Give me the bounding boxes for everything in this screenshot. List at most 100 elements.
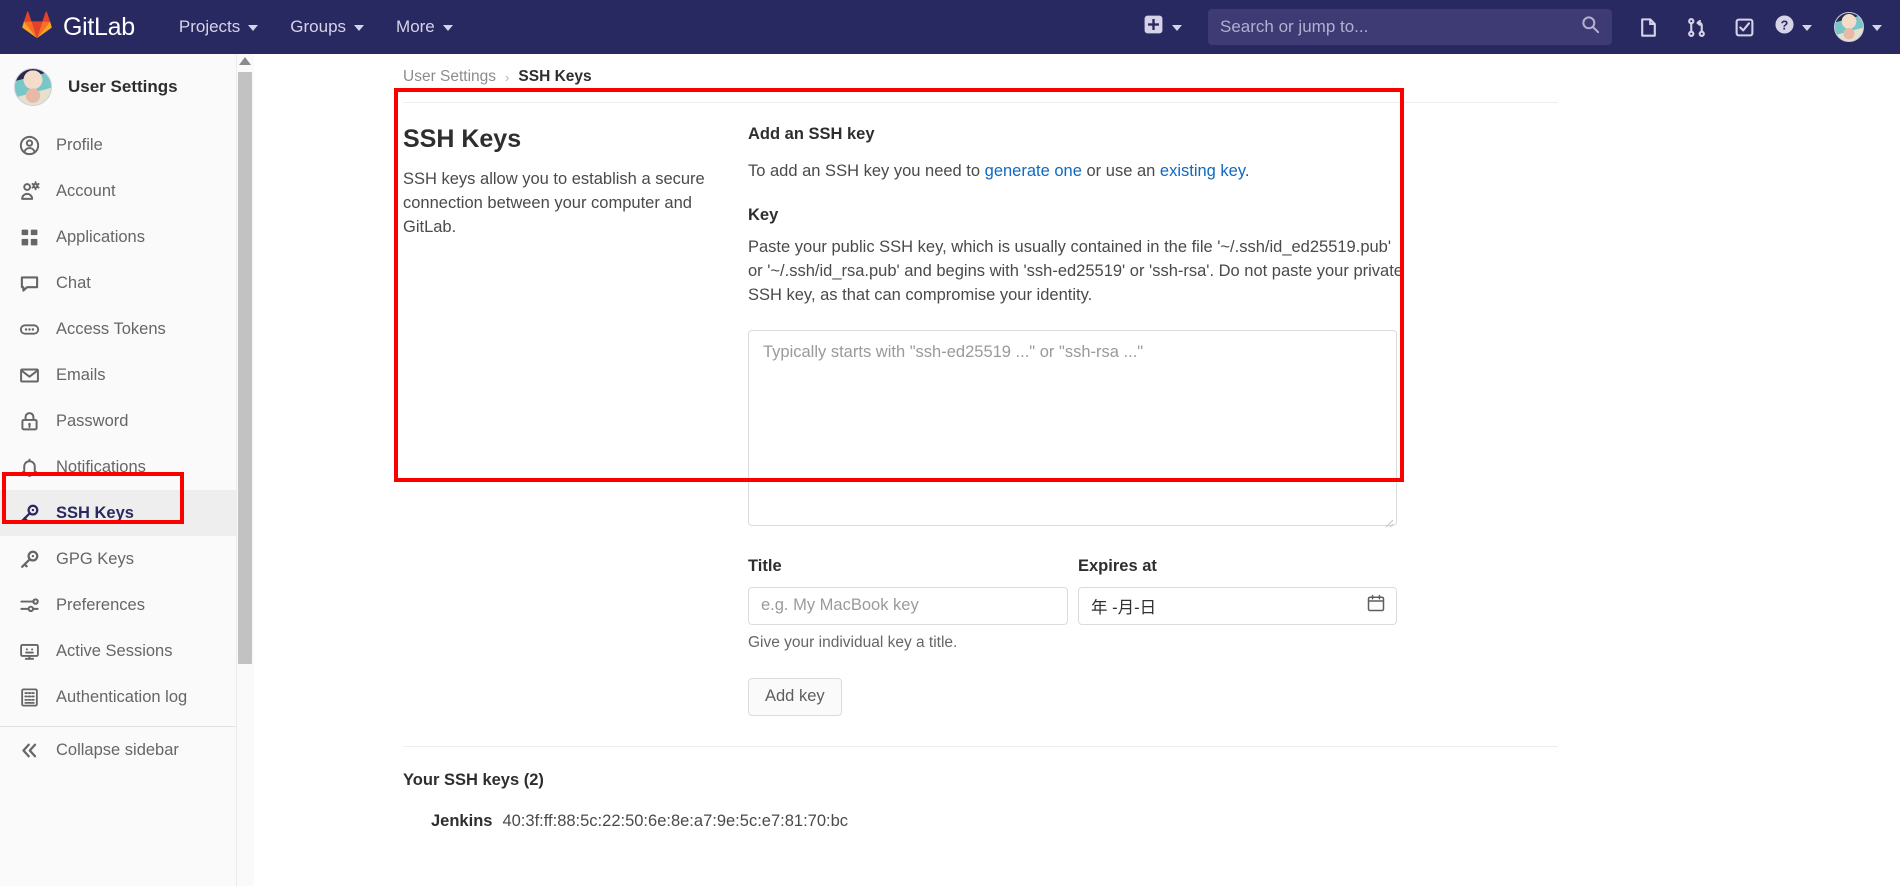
sidebar-item-ssh-keys-label: SSH Keys bbox=[56, 503, 134, 522]
sidebar-scrollbar[interactable] bbox=[236, 54, 254, 886]
add-ssh-key-heading: Add an SSH key bbox=[748, 125, 875, 143]
sidebar-item-access-tokens[interactable]: Access Tokens bbox=[0, 306, 253, 352]
help-dropdown[interactable]: ? bbox=[1768, 14, 1822, 40]
nav-item-projects[interactable]: Projects bbox=[163, 0, 274, 54]
intro-middle: or use an bbox=[1081, 162, 1160, 180]
expires-date-value: 年 -月-日 bbox=[1091, 598, 1157, 617]
title-input[interactable] bbox=[748, 586, 1068, 625]
content-top-divider bbox=[403, 102, 1558, 103]
existing-key-link[interactable]: existing key bbox=[1160, 162, 1245, 180]
merge-requests-icon[interactable] bbox=[1672, 0, 1720, 54]
chevron-down-icon bbox=[442, 25, 453, 31]
password-lock-icon bbox=[18, 410, 40, 432]
sidebar-item-profile-label: Profile bbox=[56, 135, 103, 154]
your-ssh-keys-heading: Your SSH keys (2) bbox=[403, 770, 544, 789]
top-navbar: GitLab Projects Groups More Search or ju… bbox=[0, 0, 1900, 54]
table-row[interactable]: Jenkins 40:3f:ff:88:5c:22:50:6e:8e:a7:9e… bbox=[431, 812, 1900, 831]
search-input[interactable]: Search or jump to... bbox=[1208, 9, 1612, 45]
navbar-left-group: GitLab Projects Groups More bbox=[0, 0, 469, 54]
ssh-keys-content: SSH Keys SSH keys allow you to establish… bbox=[255, 86, 1900, 831]
breadcrumb-parent[interactable]: User Settings bbox=[403, 68, 496, 86]
sidebar-item-ssh-keys[interactable]: SSH Keys bbox=[0, 490, 253, 536]
collapse-sidebar-button[interactable]: Collapse sidebar bbox=[0, 727, 253, 773]
breadcrumb-current: SSH Keys bbox=[518, 68, 592, 85]
user-menu-dropdown[interactable] bbox=[1822, 12, 1882, 42]
user-settings-sidebar: User Settings Profile Account Applicatio… bbox=[0, 54, 254, 886]
expires-field-label: Expires at bbox=[1078, 556, 1157, 575]
collapse-sidebar-label: Collapse sidebar bbox=[56, 740, 179, 759]
sidebar-item-gpg-keys[interactable]: GPG Keys bbox=[0, 536, 253, 582]
page-title: SSH Keys bbox=[403, 125, 522, 153]
sidebar-item-access-tokens-label: Access Tokens bbox=[56, 319, 166, 338]
title-field-label: Title bbox=[748, 556, 782, 575]
sidebar-item-notifications-label: Notifications bbox=[56, 457, 146, 476]
sidebar-item-applications-label: Applications bbox=[56, 227, 145, 246]
breadcrumb-separator-icon: › bbox=[505, 69, 510, 85]
avatar bbox=[1834, 12, 1864, 42]
ssh-key-textarea[interactable] bbox=[748, 329, 1397, 526]
gitlab-fox-logo-icon bbox=[22, 10, 52, 44]
chat-bubble-icon bbox=[18, 272, 40, 294]
sidebar-item-notifications[interactable]: Notifications bbox=[0, 444, 253, 490]
nav-item-projects-label: Projects bbox=[178, 17, 241, 36]
sidebar-title: User Settings bbox=[68, 77, 178, 96]
breadcrumb: User Settings › SSH Keys bbox=[255, 54, 1900, 86]
gpg-key-icon bbox=[18, 548, 40, 570]
key-textarea-wrapper bbox=[748, 329, 1397, 531]
page-description: SSH keys allow you to establish a secure… bbox=[403, 170, 705, 236]
issues-icon[interactable] bbox=[1624, 0, 1672, 54]
help-icon: ? bbox=[1774, 14, 1795, 40]
title-and-expiry-fields: Title Expires at 年 -月-日 bbox=[748, 557, 1397, 625]
active-sessions-monitor-icon bbox=[18, 640, 40, 662]
sidebar-item-account[interactable]: Account bbox=[0, 168, 253, 214]
calendar-icon[interactable] bbox=[1366, 593, 1386, 618]
double-chevron-left-icon bbox=[18, 739, 40, 761]
chevron-down-icon bbox=[354, 25, 365, 31]
brand-name: GitLab bbox=[63, 12, 135, 41]
sidebar-item-gpg-keys-label: GPG Keys bbox=[56, 549, 134, 568]
generate-one-link[interactable]: generate one bbox=[985, 162, 1082, 180]
nav-item-groups[interactable]: Groups bbox=[274, 0, 380, 54]
todos-icon[interactable] bbox=[1720, 0, 1768, 54]
key-field-label: Key bbox=[748, 205, 779, 224]
sidebar-item-preferences[interactable]: Preferences bbox=[0, 582, 253, 628]
authentication-log-icon bbox=[18, 686, 40, 708]
nav-item-more[interactable]: More bbox=[380, 0, 469, 54]
avatar bbox=[14, 68, 52, 106]
key-field-help: Paste your public SSH key, which is usua… bbox=[748, 237, 1403, 304]
create-new-dropdown[interactable] bbox=[1130, 15, 1196, 39]
content-bottom-divider bbox=[403, 745, 1558, 747]
sidebar-item-authentication-log[interactable]: Authentication log bbox=[0, 674, 253, 720]
title-field-helper: Give your individual key a title. bbox=[748, 633, 958, 651]
svg-text:?: ? bbox=[1781, 18, 1789, 32]
scrollbar-thumb[interactable] bbox=[238, 72, 252, 664]
expires-date-input[interactable]: 年 -月-日 bbox=[1078, 586, 1397, 625]
nav-item-groups-label: Groups bbox=[290, 17, 347, 36]
sidebar-header[interactable]: User Settings bbox=[0, 54, 253, 120]
applications-grid-icon bbox=[18, 226, 40, 248]
sidebar-item-emails[interactable]: Emails bbox=[0, 352, 253, 398]
expires-field-group: Expires at 年 -月-日 bbox=[1078, 557, 1397, 625]
ssh-keys-description-column: SSH Keys SSH keys allow you to establish… bbox=[403, 125, 748, 716]
sidebar-item-preferences-label: Preferences bbox=[56, 595, 145, 614]
sidebar-item-chat[interactable]: Chat bbox=[0, 260, 253, 306]
chevron-down-icon bbox=[1172, 25, 1182, 31]
intro-suffix: . bbox=[1244, 162, 1250, 180]
search-icon bbox=[1581, 15, 1600, 39]
title-field-group: Title bbox=[748, 557, 1068, 625]
add-ssh-key-intro: To add an SSH key you need to generate o… bbox=[748, 160, 1408, 184]
sidebar-item-emails-label: Emails bbox=[56, 365, 106, 384]
add-key-button[interactable]: Add key bbox=[748, 677, 842, 716]
sidebar-item-applications[interactable]: Applications bbox=[0, 214, 253, 260]
scroll-up-arrow-icon[interactable] bbox=[239, 57, 251, 65]
gitlab-brand[interactable]: GitLab bbox=[22, 10, 135, 44]
sidebar-item-password[interactable]: Password bbox=[0, 398, 253, 444]
ssh-key-icon bbox=[18, 502, 40, 524]
chevron-down-icon bbox=[1872, 25, 1882, 31]
chevron-down-icon bbox=[1802, 25, 1812, 31]
sidebar-item-active-sessions[interactable]: Active Sessions bbox=[0, 628, 253, 674]
preferences-sliders-icon bbox=[18, 594, 40, 616]
gitlab-ssh-keys-page: GitLab Projects Groups More Search or ju… bbox=[0, 0, 1900, 886]
sidebar-item-profile[interactable]: Profile bbox=[0, 122, 253, 168]
sidebar-nav-list: Profile Account Applications Chat Access… bbox=[0, 120, 253, 773]
